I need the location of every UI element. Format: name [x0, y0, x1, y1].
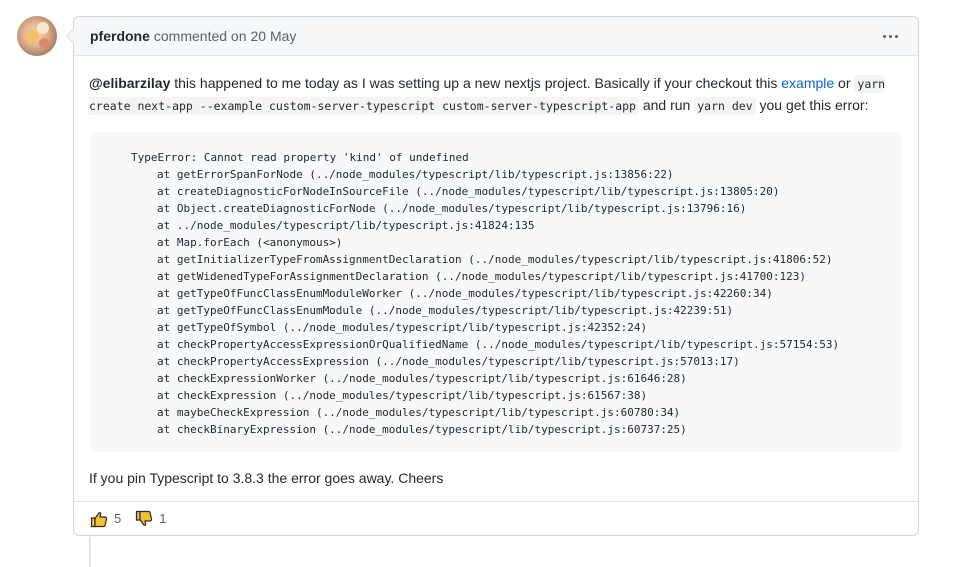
avatar[interactable] — [17, 16, 57, 56]
inline-code: yarn dev — [694, 97, 756, 115]
reaction-thumbs-up[interactable]: 5 — [90, 510, 121, 528]
code-line: at getWidenedTypeForAssignmentDeclaratio… — [157, 270, 807, 283]
code-line: at getTypeOfFuncClassEnumModuleWorker (.… — [157, 287, 773, 300]
closing-text: If you pin Typescript to 3.8.3 the error… — [89, 470, 444, 486]
comment-card: pferdone commented on 20 May @elibarzila… — [66, 16, 919, 536]
code-line: at Object.createDiagnosticForNode (../no… — [157, 202, 747, 215]
more-dot-icon — [895, 34, 898, 38]
code-block: TypeError: Cannot read property 'kind' o… — [89, 132, 903, 452]
more-options-button[interactable] — [879, 31, 902, 42]
code-line: at getInitializerTypeFromAssignmentDecla… — [157, 253, 833, 266]
code-line: at getErrorSpanForNode (../node_modules/… — [157, 168, 674, 181]
avatar-detail — [39, 38, 49, 48]
comment-timestamp[interactable]: 20 May — [251, 28, 297, 44]
thumbs-down-icon — [136, 510, 153, 526]
comment-body: @elibarzilay this happened to me today a… — [74, 56, 918, 489]
reaction-count: 1 — [159, 511, 167, 526]
user-mention[interactable]: @elibarzilay — [89, 75, 170, 91]
example-link[interactable]: example — [781, 75, 834, 91]
code-line: at checkBinaryExpression (../node_module… — [157, 423, 687, 436]
code-line: at checkPropertyAccessExpressionOrQualif… — [157, 338, 840, 351]
code-line: at getTypeOfSymbol (../node_modules/type… — [157, 321, 648, 334]
comment-author[interactable]: pferdone — [90, 28, 150, 44]
comment-text: and run — [638, 97, 695, 113]
comment-text: you get this error: — [755, 97, 869, 113]
reactions-bar: 5 1 — [74, 501, 918, 535]
code-line: at createDiagnosticForNodeInSourceFile (… — [157, 185, 780, 198]
code-line: at ../node_modules/typescript/lib/typesc… — [157, 219, 535, 232]
more-dot-icon — [883, 34, 886, 38]
comment-header: pferdone commented on 20 May — [74, 17, 918, 56]
code-line: at checkExpression (../node_modules/type… — [157, 389, 648, 402]
more-dot-icon — [889, 34, 892, 38]
code-line: at getTypeOfFuncClassEnumModule (../node… — [157, 304, 734, 317]
code-line: at Map.forEach (<anonymous>) — [157, 236, 343, 249]
avatar-detail — [37, 22, 49, 34]
reaction-thumbs-down[interactable]: 1 — [135, 510, 166, 528]
reaction-count: 5 — [114, 511, 122, 526]
code-line: at maybeCheckExpression (../node_modules… — [157, 406, 681, 419]
code-line: at checkExpressionWorker (../node_module… — [157, 372, 687, 385]
comment-text: or — [834, 75, 855, 91]
comment-action: commented on — [153, 28, 247, 44]
comment-paragraph: @elibarzilay this happened to me today a… — [89, 73, 903, 117]
comment-text: this happened to me today as I was setti… — [170, 75, 782, 91]
avatar-detail — [25, 30, 39, 42]
code-line: TypeError: Cannot read property 'kind' o… — [131, 151, 469, 164]
comment-pointer-fill — [67, 28, 75, 44]
code-line: at checkPropertyAccessExpression (../nod… — [157, 355, 740, 368]
thumbs-up-icon — [90, 511, 108, 527]
